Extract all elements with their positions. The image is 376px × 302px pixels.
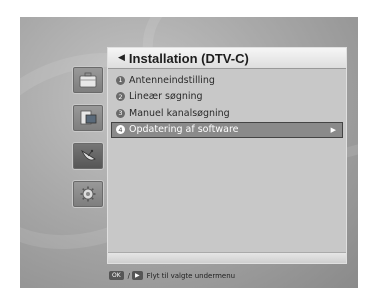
menu-item-manual-channel-search[interactable]: 3 Manuel kanalsøgning bbox=[108, 105, 346, 122]
number-2-icon: 2 bbox=[116, 92, 125, 102]
menu-item-label: Manuel kanalsøgning bbox=[129, 107, 230, 119]
gear-icon bbox=[80, 186, 96, 202]
key-separator: / bbox=[127, 271, 131, 280]
satellite-dish-icon bbox=[81, 149, 96, 161]
sidebar-item-suitcase[interactable] bbox=[72, 66, 104, 94]
menu-item-software-update[interactable]: 4 Opdatering af software ▶ bbox=[111, 121, 343, 138]
number-4-icon: 4 bbox=[116, 125, 125, 134]
menu-item-label: Antenneindstilling bbox=[129, 74, 215, 86]
sidebar-item-tv-guide[interactable] bbox=[72, 104, 104, 132]
sidebar-item-settings[interactable] bbox=[72, 180, 104, 208]
installation-menu: 1 Antenneindstilling 2 Lineær søgning 3 … bbox=[108, 72, 346, 138]
number-3-icon: 3 bbox=[116, 108, 125, 118]
tv-guide-icon bbox=[80, 110, 97, 125]
menu-item-label: Opdatering af software bbox=[129, 124, 239, 135]
chevron-right-icon: ▶ bbox=[330, 125, 336, 134]
menu-item-antenna-setup[interactable]: 1 Antenneindstilling bbox=[108, 72, 346, 89]
number-1-icon: 1 bbox=[116, 75, 125, 85]
help-text: Flyt til valgte undermenu bbox=[146, 271, 236, 280]
menu-item-label: Lineær søgning bbox=[129, 91, 203, 103]
installation-panel: ◀ Installation (DTV-C) 1 Antenneindstill… bbox=[107, 47, 347, 264]
sidebar-item-satellite[interactable] bbox=[72, 142, 104, 170]
panel-header: ◀ Installation (DTV-C) bbox=[108, 48, 346, 69]
ok-key-icon: OK bbox=[109, 271, 124, 280]
back-arrow-icon[interactable]: ◀ bbox=[118, 53, 125, 63]
menu-item-linear-search[interactable]: 2 Lineær søgning bbox=[108, 89, 346, 106]
panel-title: Installation (DTV-C) bbox=[128, 50, 249, 66]
right-key-icon: ▶ bbox=[132, 271, 143, 280]
suitcase-icon bbox=[79, 72, 97, 88]
help-bar: OK / ▶ Flyt til valgte undermenu bbox=[109, 271, 235, 280]
panel-footer-bar bbox=[108, 252, 346, 263]
sidebar bbox=[72, 66, 106, 218]
